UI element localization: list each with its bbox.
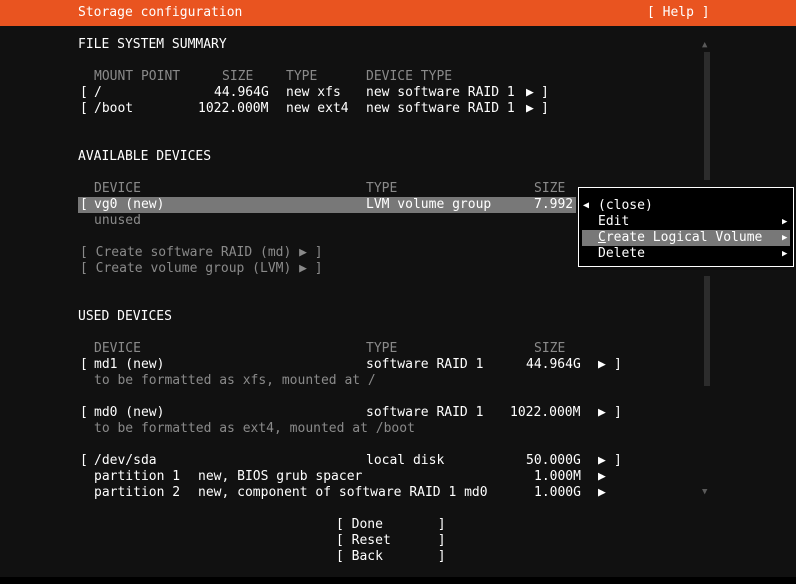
submenu-arrow-icon: ▶: [782, 233, 788, 243]
bracket-close: ]: [614, 453, 622, 468]
bracket-open: [: [80, 101, 88, 116]
bracket-open: [: [80, 85, 88, 100]
scrollbar-thumb-bottom[interactable]: [704, 276, 710, 386]
used-devices-heading: USED DEVICES: [78, 309, 172, 324]
submenu-arrow-icon: ▶: [782, 249, 788, 259]
mount-point: /: [94, 85, 102, 100]
partition-desc: new, BIOS grub spacer: [198, 469, 363, 484]
bracket-open: [: [80, 357, 88, 372]
col-mount-point: MOUNT POINT: [94, 69, 181, 84]
partition-size: 1.000M: [534, 469, 581, 484]
bracket-close: ]: [614, 405, 622, 420]
fs-size: 44.964G: [214, 85, 269, 100]
expand-arrow-icon: ▶: [598, 469, 606, 484]
expand-arrow-icon: ▶: [598, 405, 606, 420]
device-note: to be formatted as xfs, mounted at /: [94, 373, 376, 388]
help-button[interactable]: [ Help ]: [647, 5, 710, 21]
partition-label: partition 2: [94, 485, 181, 500]
available-devices-heading: AVAILABLE DEVICES: [78, 149, 212, 164]
scroll-down-icon[interactable]: ▼: [702, 487, 707, 497]
bracket-close: ]: [541, 85, 549, 100]
device-name: md0 (new): [94, 405, 165, 420]
bracket-close: ]: [541, 101, 549, 116]
device-name: md1 (new): [94, 357, 165, 372]
screen-title: Storage configuration: [78, 5, 243, 20]
col-type: TYPE: [286, 69, 318, 84]
expand-arrow-icon: ▶: [598, 485, 606, 500]
expand-arrow-icon: ▶: [526, 85, 534, 100]
scroll-up-icon[interactable]: ▲: [702, 40, 707, 50]
fs-size: 1022.000M: [198, 101, 269, 116]
done-button[interactable]: [ Done ]: [336, 517, 446, 533]
col-device: DEVICE: [94, 181, 141, 196]
menu-item-create-logical-volume[interactable]: Create Logical Volume: [598, 230, 762, 246]
device-name: /dev/sda: [94, 453, 157, 468]
col-device-type: DEVICE TYPE: [366, 69, 453, 84]
col-type: TYPE: [366, 341, 398, 356]
device-type: LVM volume group: [366, 197, 492, 212]
device-type: software RAID 1: [366, 405, 484, 420]
menu-item-edit[interactable]: Edit: [598, 214, 629, 230]
bracket-open: [: [80, 453, 88, 468]
reset-button[interactable]: [ Reset ]: [336, 533, 446, 549]
device-size: 1022.000M: [510, 405, 581, 420]
col-type: TYPE: [366, 181, 398, 196]
device-size: 7.992: [534, 197, 574, 212]
partition-desc: new, component of software RAID 1 md0: [198, 485, 488, 500]
create-volume-group-button[interactable]: [ Create volume group (LVM) ▶ ]: [80, 261, 323, 277]
device-action-menu: ◀ (close) Edit ▶ Create Logical Volume ▶…: [578, 187, 794, 267]
device-name: vg0 (new): [94, 197, 165, 212]
col-size: SIZE: [534, 341, 566, 356]
col-size: SIZE: [222, 69, 254, 84]
device-note: unused: [94, 213, 141, 228]
bracket-open: [: [80, 405, 88, 420]
device-type: local disk: [366, 453, 445, 468]
device-size: 44.964G: [526, 357, 581, 372]
mount-point: /boot: [94, 101, 134, 116]
col-size: SIZE: [534, 181, 566, 196]
device-type: new software RAID 1: [366, 101, 515, 116]
partition-label: partition 1: [94, 469, 181, 484]
device-type: new software RAID 1: [366, 85, 515, 100]
menu-item-close[interactable]: (close): [598, 198, 653, 214]
device-type: software RAID 1: [366, 357, 484, 372]
fs-summary-heading: FILE SYSTEM SUMMARY: [78, 37, 227, 52]
expand-arrow-icon: ▶: [598, 357, 606, 372]
expand-arrow-icon: ▶: [526, 101, 534, 116]
close-arrow-icon: ◀: [583, 200, 590, 211]
submenu-arrow-icon: ▶: [782, 217, 788, 227]
col-device: DEVICE: [94, 341, 141, 356]
header-bar: Storage configuration [ Help ]: [0, 0, 796, 26]
bottom-strip: [0, 577, 796, 584]
device-note: to be formatted as ext4, mounted at /boo…: [94, 421, 415, 436]
device-size: 50.000G: [526, 453, 581, 468]
fs-type: new ext4: [286, 101, 349, 116]
bracket-open: [: [80, 197, 88, 212]
partition-size: 1.000G: [534, 485, 581, 500]
scrollbar-thumb-top[interactable]: [704, 52, 710, 180]
create-software-raid-button[interactable]: [ Create software RAID (md) ▶ ]: [80, 245, 323, 261]
bracket-close: ]: [614, 357, 622, 372]
expand-arrow-icon: ▶: [598, 453, 606, 468]
fs-type: new xfs: [286, 85, 341, 100]
menu-item-delete[interactable]: Delete: [598, 246, 645, 262]
back-button[interactable]: [ Back ]: [336, 549, 446, 565]
